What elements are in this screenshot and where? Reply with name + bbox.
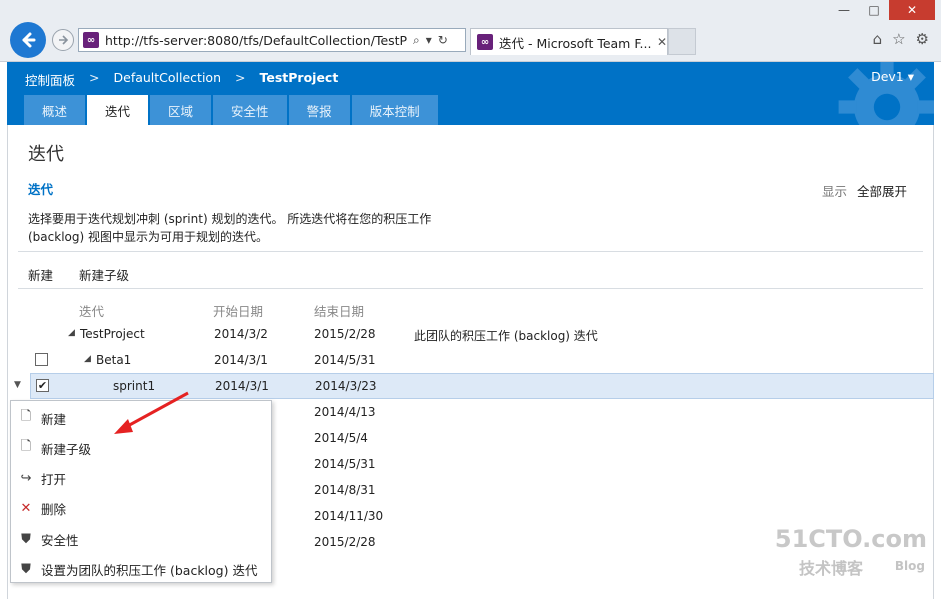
end-date: 2014/5/4 bbox=[314, 431, 368, 445]
breadcrumb: 控制面板 > DefaultCollection > TestProject bbox=[25, 70, 338, 89]
row-menu-caret-icon[interactable]: ▼ bbox=[14, 380, 21, 390]
admin-tabs: 概述 迭代 区域 安全性 警报 版本控制 bbox=[24, 95, 438, 125]
shield-icon: ⛊ bbox=[21, 561, 31, 577]
end-date: 2014/3/23 bbox=[315, 379, 377, 393]
site-watermark: 51CTO.com 技术博客 Blog bbox=[775, 525, 927, 585]
end-date: 2014/11/30 bbox=[314, 509, 384, 523]
tab-favicon-icon: ∞ bbox=[477, 34, 493, 50]
arrow-right-icon bbox=[59, 35, 69, 45]
watermark-sub: 技术博客 bbox=[799, 559, 864, 578]
search-icon[interactable]: ⌕ bbox=[413, 33, 420, 48]
watermark-blog: Blog bbox=[894, 559, 925, 573]
menu-item-label: 安全性 bbox=[41, 532, 79, 548]
tab-close-icon[interactable]: ✕ bbox=[657, 35, 667, 49]
start-date: 2014/3/2 bbox=[214, 327, 268, 341]
new-child-icon: 🗋 bbox=[20, 439, 32, 454]
refresh-icon[interactable]: ↻ bbox=[438, 33, 448, 48]
row-checkbox[interactable] bbox=[35, 353, 48, 366]
description-line: (backlog) 视图中显示为可用于规划的迭代。 bbox=[28, 230, 268, 244]
column-header-iteration[interactable]: 迭代 bbox=[79, 301, 104, 320]
menu-item-label: 删除 bbox=[41, 501, 67, 517]
new-tab-button[interactable] bbox=[668, 28, 696, 55]
menu-item-security[interactable]: ⛊ 安全性 bbox=[11, 524, 271, 554]
column-header-start-date[interactable]: 开始日期 bbox=[213, 301, 263, 320]
menu-item-label: 打开 bbox=[41, 471, 67, 487]
dropdown-icon[interactable]: ▾ bbox=[426, 33, 432, 48]
collapse-triangle-icon[interactable]: ◢ bbox=[84, 354, 91, 364]
tab-title: 迭代 - Microsoft Team F... bbox=[499, 35, 651, 51]
breadcrumb-control-panel[interactable]: 控制面板 bbox=[25, 70, 75, 89]
site-favicon-icon: ∞ bbox=[83, 32, 99, 48]
tab-areas[interactable]: 区域 bbox=[150, 95, 212, 125]
user-menu[interactable]: Dev1 ▾ bbox=[871, 69, 914, 84]
start-date: 2014/3/1 bbox=[214, 353, 268, 367]
favorites-star-icon[interactable]: ☆ bbox=[892, 30, 905, 48]
show-value[interactable]: 全部展开 bbox=[857, 184, 907, 199]
minimize-button[interactable]: — bbox=[829, 0, 859, 20]
divider bbox=[18, 251, 923, 252]
grid-toolbar: 新建 新建子级 bbox=[28, 265, 129, 284]
delete-x-icon: ✕ bbox=[20, 500, 32, 516]
maximize-button[interactable]: □ bbox=[859, 0, 889, 20]
browser-chrome: — □ ✕ ∞ http://tfs-server:8080/tfs/Defau… bbox=[0, 0, 941, 62]
page-title: 迭代 bbox=[28, 144, 64, 165]
column-header-end-date[interactable]: 结束日期 bbox=[314, 301, 364, 320]
back-button[interactable] bbox=[10, 22, 46, 58]
tab-overview[interactable]: 概述 bbox=[24, 95, 86, 125]
iteration-name: TestProject bbox=[80, 327, 145, 341]
home-icon[interactable]: ⌂ bbox=[873, 30, 883, 48]
shield-icon: ⛊ bbox=[21, 531, 31, 547]
tab-iterations[interactable]: 迭代 bbox=[87, 95, 149, 125]
new-button[interactable]: 新建 bbox=[28, 265, 53, 284]
breadcrumb-collection[interactable]: DefaultCollection bbox=[114, 70, 222, 89]
new-child-button[interactable]: 新建子级 bbox=[79, 265, 129, 284]
row-checkbox-checked[interactable]: ✔ bbox=[36, 379, 49, 392]
address-bar[interactable]: ∞ http://tfs-server:8080/tfs/DefaultColl… bbox=[78, 28, 466, 52]
window-controls: — □ ✕ bbox=[829, 0, 935, 20]
menu-item-label: 新建子级 bbox=[41, 441, 92, 457]
arrow-left-icon bbox=[22, 32, 36, 48]
end-date: 2014/4/13 bbox=[314, 405, 376, 419]
menu-item-label: 设置为团队的积压工作 (backlog) 迭代 bbox=[41, 562, 258, 578]
table-row[interactable]: ◢ TestProject 2014/3/2 2015/2/28 此团队的积压工… bbox=[31, 322, 933, 347]
close-window-button[interactable]: ✕ bbox=[889, 0, 935, 20]
description-line: 选择要用于迭代规划冲刺 (sprint) 规划的迭代。 所选迭代将在您的积压工作 bbox=[28, 212, 432, 226]
table-row[interactable]: ◢ Beta1 2014/3/1 2014/5/31 bbox=[31, 348, 933, 373]
menu-item-set-backlog-iteration[interactable]: ⛊ 设置为团队的积压工作 (backlog) 迭代 bbox=[11, 554, 271, 584]
iteration-note: 此团队的积压工作 (backlog) 迭代 bbox=[414, 329, 598, 343]
show-label: 显示 bbox=[821, 184, 847, 199]
menu-item-label: 新建 bbox=[41, 411, 67, 427]
iteration-name: Beta1 bbox=[96, 353, 132, 367]
browser-tab[interactable]: ∞ 迭代 - Microsoft Team F... ✕ bbox=[470, 28, 668, 55]
annotation-arrow bbox=[114, 391, 189, 434]
tab-alerts[interactable]: 警报 bbox=[288, 95, 350, 125]
menu-item-delete[interactable]: ✕ 删除 bbox=[11, 493, 271, 523]
section-title: 迭代 bbox=[28, 182, 54, 197]
menu-item-open[interactable]: ↪ 打开 bbox=[11, 463, 271, 493]
settings-gear-icon[interactable]: ⚙ bbox=[916, 30, 929, 48]
end-date: 2014/8/31 bbox=[314, 483, 376, 497]
end-date: 2014/5/31 bbox=[314, 457, 376, 471]
forward-button[interactable] bbox=[52, 29, 74, 51]
new-item-icon: 🗋 bbox=[20, 409, 32, 424]
address-url[interactable]: http://tfs-server:8080/tfs/DefaultCollec… bbox=[105, 33, 407, 48]
tfs-header: 控制面板 > DefaultCollection > TestProject D… bbox=[7, 62, 934, 125]
open-arrow-icon: ↪ bbox=[20, 470, 32, 486]
divider bbox=[18, 288, 923, 289]
breadcrumb-separator: > bbox=[89, 70, 100, 85]
tab-security[interactable]: 安全性 bbox=[213, 95, 287, 125]
collapse-triangle-icon[interactable]: ◢ bbox=[68, 328, 75, 338]
end-date: 2015/2/28 bbox=[314, 535, 376, 549]
show-filter[interactable]: 显示 全部展开 bbox=[822, 181, 907, 200]
breadcrumb-project[interactable]: TestProject bbox=[260, 70, 339, 89]
watermark-main: 51CTO.com bbox=[774, 525, 927, 553]
end-date: 2014/5/31 bbox=[314, 353, 376, 367]
breadcrumb-separator: > bbox=[235, 70, 246, 85]
start-date: 2014/3/1 bbox=[215, 379, 269, 393]
tab-version-control[interactable]: 版本控制 bbox=[351, 95, 438, 125]
description: 选择要用于迭代规划冲刺 (sprint) 规划的迭代。 所选迭代将在您的积压工作… bbox=[28, 210, 448, 246]
end-date: 2015/2/28 bbox=[314, 327, 376, 341]
